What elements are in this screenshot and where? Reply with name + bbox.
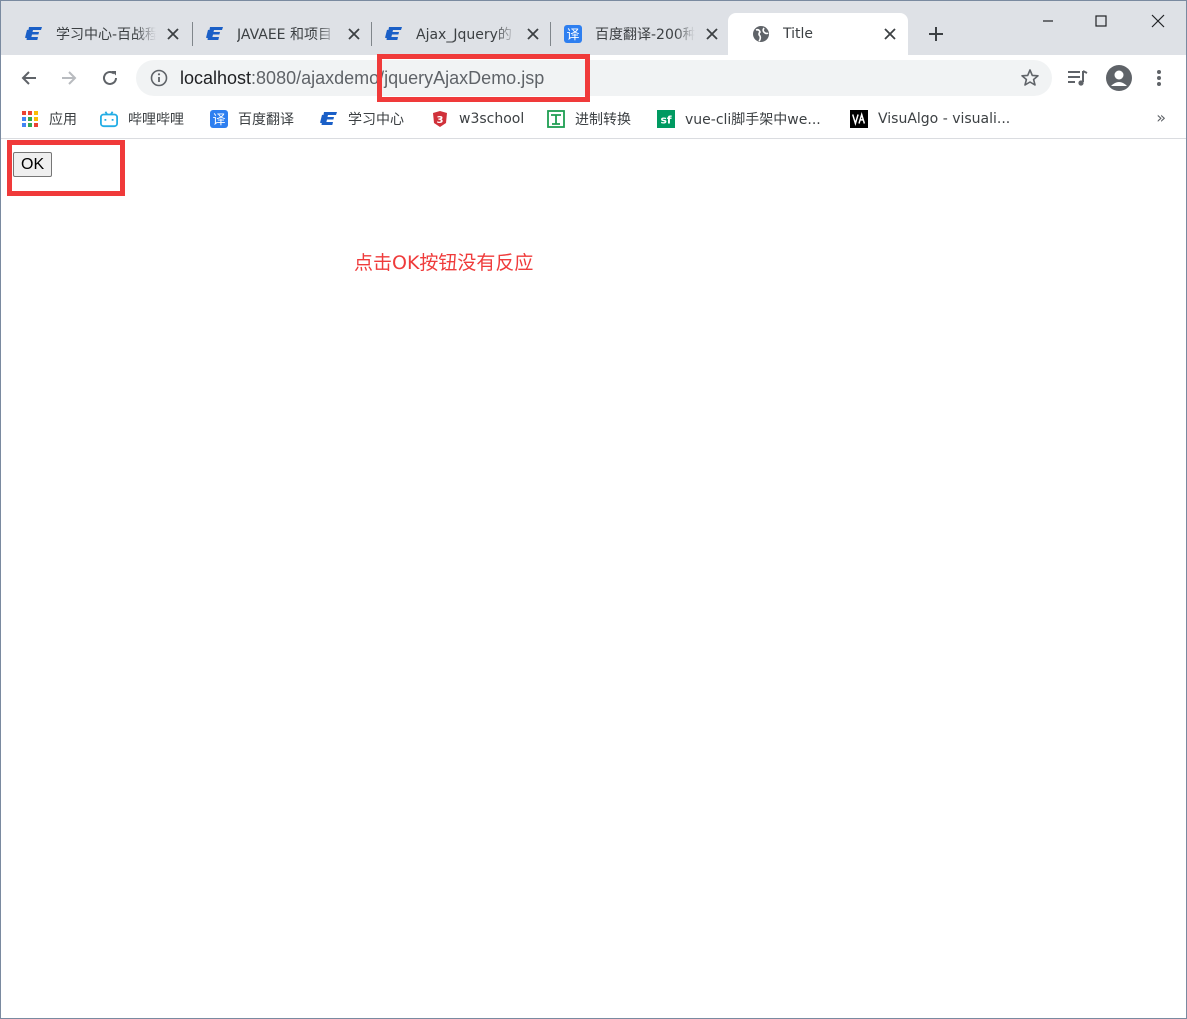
plus-icon [929,27,943,41]
tab-label: JAVAEE 和项目 [237,27,332,43]
svg-text:译: 译 [212,113,225,128]
tab-xuexi[interactable]: 学习中心-百战程序员 [1,13,191,55]
bookmark-apps[interactable]: 应用 [21,108,77,130]
baizhan-logo-icon [25,25,43,43]
globe-icon [752,25,770,43]
profile-avatar-icon[interactable] [1106,65,1132,91]
close-icon[interactable] [882,26,898,42]
arrow-right-icon [62,71,77,85]
annotation-text: 点击OK按钮没有反应 [354,252,534,274]
close-icon[interactable] [704,26,720,42]
tab-strip: 学习中心-百战程序员 JAVAEE 和项目 Ajax_Jquery的 [1,1,1186,55]
bookmark-label: 应用 [49,112,77,128]
bookmark-label: 哔哩哔哩 [128,112,184,128]
tab-baidu-translate[interactable]: 译 百度翻译-200种语言 [540,13,730,55]
bookmark-label: w3school [459,111,525,127]
close-icon[interactable] [165,26,181,42]
minimize-icon [1043,20,1053,22]
bookmark-visualgo[interactable]: VisuAlgo - visuali... [850,108,1010,130]
bookmark-converter[interactable]: 进制转换 [547,108,631,130]
maximize-icon [1095,15,1107,27]
bilibili-icon [100,110,118,128]
bookmark-label: 进制转换 [575,112,631,128]
star-icon[interactable] [1020,68,1040,88]
reload-icon [103,70,117,85]
page-content: OK 点击OK按钮没有反应 [1,140,1186,1018]
window-close-button[interactable] [1135,5,1181,37]
tab-label: 学习中心-百战程序员 [56,27,156,43]
bookmark-w3school[interactable]: 3 w3school [431,108,524,130]
bookmark-xuexi[interactable]: 学习中心 [320,108,404,130]
bookmark-segmentfault[interactable]: sf vue-cli脚手架中we... [657,108,821,130]
maximize-button[interactable] [1078,5,1124,37]
url-highlight-box [377,54,590,102]
svg-text:sf: sf [660,114,671,127]
close-icon[interactable] [525,26,541,42]
close-icon [1151,14,1165,28]
tab-label: Title [783,26,814,42]
toolbar: localhost:8080/ajaxdemo/jqueryAjaxDemo.j… [1,55,1186,101]
tab-javaee[interactable]: JAVAEE 和项目 [182,13,372,55]
url-host: localhost [180,68,252,88]
apps-grid-icon [21,110,39,128]
new-tab-button[interactable] [923,21,949,47]
ok-button-highlight-box [7,140,125,196]
tab-title-active[interactable]: Title [728,13,908,55]
arrow-left-icon [21,71,36,85]
media-control-icon[interactable] [1065,65,1091,91]
baidu-translate-icon: 译 [210,110,228,128]
baizhan-logo-icon [320,110,338,128]
browser-window: 学习中心-百战程序员 JAVAEE 和项目 Ajax_Jquery的 [0,0,1187,1019]
bookmark-label: vue-cli脚手架中we... [685,112,821,128]
tab-ajax-jquery[interactable]: Ajax_Jquery的 [361,13,551,55]
svg-text:3: 3 [437,115,444,126]
close-icon[interactable] [346,26,362,42]
bookmark-bilibili[interactable]: 哔哩哔哩 [100,108,184,130]
baidu-translate-icon: 译 [564,25,582,43]
address-bar[interactable]: localhost:8080/ajaxdemo/jqueryAjaxDemo.j… [136,60,1052,96]
bookmark-baidu-translate[interactable]: 译 百度翻译 [210,108,294,130]
w3school-icon: 3 [431,110,449,128]
menu-kebab-icon[interactable] [1146,65,1172,91]
visualgo-icon [850,110,868,128]
minimize-button[interactable] [1025,5,1071,37]
forward-button[interactable] [54,63,84,93]
converter-icon [547,110,565,128]
segmentfault-icon: sf [657,110,675,128]
baizhan-logo-icon [385,25,403,43]
bookmarks-bar: 应用 哔哩哔哩 译 百度翻译 学习中心 3 w3school 进制转换 sf v… [1,101,1186,139]
bookmarks-overflow-button[interactable]: » [1156,108,1166,127]
bookmark-label: VisuAlgo - visuali... [878,111,1011,127]
reload-button[interactable] [95,63,125,93]
back-button[interactable] [14,63,44,93]
tab-label: 百度翻译-200种语言 [595,27,695,43]
bookmark-label: 学习中心 [348,112,404,128]
info-icon[interactable] [150,69,168,87]
tab-label: Ajax_Jquery的 [416,27,512,43]
svg-text:译: 译 [566,28,579,43]
baizhan-logo-icon [206,25,224,43]
bookmark-label: 百度翻译 [238,112,294,128]
